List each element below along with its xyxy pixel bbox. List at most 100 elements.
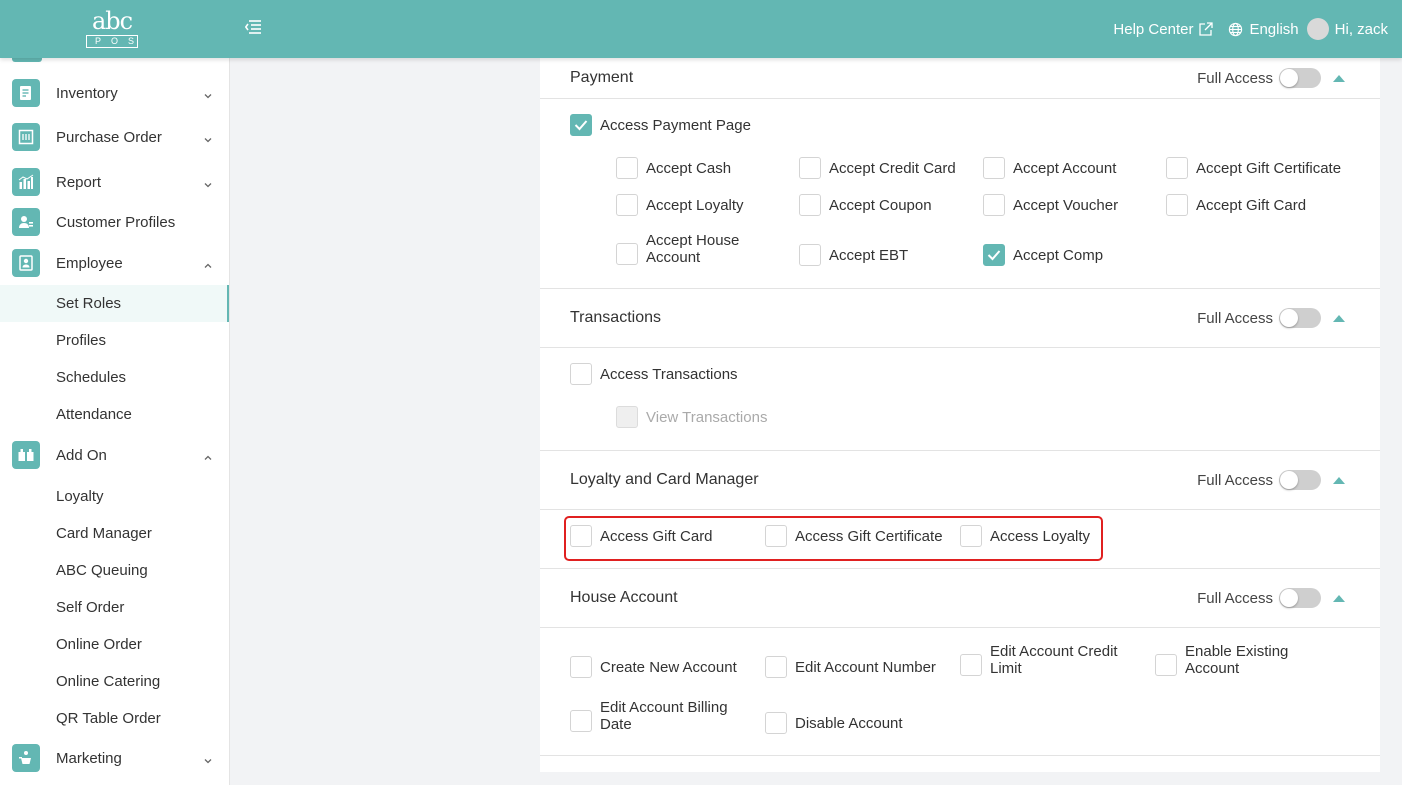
- checkbox-label: Edit Account Billing Date: [600, 699, 728, 733]
- sidebar-subitem-schedules[interactable]: Schedules: [0, 359, 229, 396]
- checkbox-accept-house-account[interactable]: Accept House Account: [616, 232, 756, 266]
- checkbox-box[interactable]: [765, 712, 787, 734]
- checkbox-box[interactable]: [570, 363, 592, 385]
- checkbox-label: Accept EBT: [829, 246, 909, 264]
- language-switcher[interactable]: English: [1228, 21, 1299, 38]
- sidebar-item-report[interactable]: Report: [0, 164, 229, 200]
- checkbox-edit-account-credit-limit[interactable]: Edit Account Credit Limit: [960, 643, 1130, 677]
- checkbox-box[interactable]: [1166, 194, 1188, 216]
- sidebar-subitem-loyalty[interactable]: Loyalty: [0, 478, 229, 515]
- sidebar-subitem-online-catering[interactable]: Online Catering: [0, 663, 229, 700]
- previous-menu-icon[interactable]: [12, 58, 42, 62]
- sidebar-subitem-online-order[interactable]: Online Order: [0, 626, 229, 663]
- sidebar-subitem-profiles[interactable]: Profiles: [0, 322, 229, 359]
- section-header-payment: Payment Full Access: [540, 58, 1380, 99]
- checkbox-enable-existing-account[interactable]: Enable Existing Account: [1155, 643, 1295, 677]
- checkbox-label: Access Transactions: [600, 365, 738, 383]
- checkbox-box[interactable]: [570, 656, 592, 678]
- checkbox-box[interactable]: [983, 157, 1005, 179]
- chevron-down-icon: [203, 132, 213, 143]
- sidebar-subitem-label: Online Catering: [56, 673, 161, 690]
- full-access-toggle[interactable]: [1279, 308, 1321, 328]
- checkbox-create-new-account[interactable]: Create New Account: [570, 656, 737, 678]
- sidebar-item-label: Add On: [56, 446, 107, 464]
- logo-subtext: POS: [86, 35, 138, 48]
- checkbox-box[interactable]: [570, 710, 592, 732]
- checkbox-access-payment-page[interactable]: Access Payment Page: [570, 114, 751, 136]
- checkbox-accept-cash[interactable]: Accept Cash: [616, 157, 731, 179]
- collapse-caret-icon[interactable]: [1333, 314, 1345, 322]
- customer-profile-icon: [12, 208, 40, 236]
- sidebar-subitem-label: Profiles: [56, 332, 107, 349]
- checkbox-accept-credit-card[interactable]: Accept Credit Card: [799, 157, 956, 179]
- checkbox-accept-gift-certificate[interactable]: Accept Gift Certificate: [1166, 157, 1341, 179]
- abc-pos-logo[interactable]: abc POS: [86, 7, 138, 48]
- checkbox-label: Edit Account Credit Limit: [990, 643, 1118, 677]
- checkbox-box[interactable]: [960, 654, 982, 676]
- checkbox-accept-coupon[interactable]: Accept Coupon: [799, 194, 932, 216]
- help-center-link[interactable]: Help Center: [1113, 21, 1214, 38]
- sidebar-item-customer-profiles[interactable]: Customer Profiles: [0, 204, 229, 240]
- sidebar-subitem-label: Card Manager: [56, 525, 152, 542]
- help-center-label: Help Center: [1113, 20, 1194, 38]
- sidebar-subitem-abc-queuing[interactable]: ABC Queuing: [0, 552, 229, 589]
- checkbox-disable-account[interactable]: Disable Account: [765, 712, 903, 734]
- checkbox-edit-account-billing-date[interactable]: Edit Account Billing Date: [570, 699, 740, 733]
- user-greeting[interactable]: Hi, zack: [1335, 21, 1388, 38]
- section-header-transactions: Transactions Full Access: [540, 289, 1380, 348]
- checkbox-box[interactable]: [799, 194, 821, 216]
- checkbox-edit-account-number[interactable]: Edit Account Number: [765, 656, 936, 678]
- checkbox-box: [616, 406, 638, 428]
- checkbox-box[interactable]: [616, 157, 638, 179]
- checkbox-accept-account[interactable]: Accept Account: [983, 157, 1116, 179]
- checkbox-accept-loyalty[interactable]: Accept Loyalty: [616, 194, 744, 216]
- avatar[interactable]: [1306, 18, 1329, 40]
- checkbox-accept-gift-card[interactable]: Accept Gift Card: [1166, 194, 1306, 216]
- sidebar-item-purchase-order[interactable]: Purchase Order: [0, 119, 229, 155]
- checkbox-box[interactable]: [616, 243, 638, 265]
- permissions-card: Payment Full Access Access Payment Page …: [540, 58, 1380, 772]
- chevron-up-icon: [203, 258, 213, 268]
- sidebar-item-marketing[interactable]: Marketing: [0, 740, 229, 776]
- checkbox-box[interactable]: [1166, 157, 1188, 179]
- top-bar: abc POS Help Center English Hi, zack: [0, 0, 1402, 58]
- sidebar-item-add-on[interactable]: Add On: [0, 437, 229, 473]
- checkbox-box[interactable]: [616, 194, 638, 216]
- checkbox-accept-ebt[interactable]: Accept EBT: [799, 244, 908, 266]
- checkbox-label: Accept Account: [1013, 159, 1117, 177]
- section-title: Transactions: [570, 309, 661, 326]
- sidebar-subitem-set-roles[interactable]: Set Roles: [0, 285, 229, 322]
- sidebar-subitem-self-order[interactable]: Self Order: [0, 589, 229, 626]
- checkbox-view-transactions: View Transactions: [616, 406, 767, 428]
- globe-icon: [1228, 22, 1243, 37]
- checkbox-label: Accept Gift Card: [1196, 196, 1307, 214]
- sidebar-item-inventory[interactable]: Inventory: [0, 75, 229, 111]
- sidebar-subitem-card-manager[interactable]: Card Manager: [0, 515, 229, 552]
- checkbox-box[interactable]: [1155, 654, 1177, 676]
- full-access-toggle[interactable]: [1279, 588, 1321, 608]
- sidebar-subitem-label: QR Table Order: [56, 710, 161, 727]
- sidebar-item-employee[interactable]: Employee: [0, 245, 229, 281]
- sidebar-subitem-qr-table-order[interactable]: QR Table Order: [0, 700, 229, 737]
- full-access-toggle[interactable]: [1279, 470, 1321, 490]
- sidebar-subitem-attendance[interactable]: Attendance: [0, 396, 229, 433]
- checkbox-access-transactions[interactable]: Access Transactions: [570, 363, 738, 385]
- menu-collapse-icon[interactable]: [244, 20, 263, 36]
- collapse-caret-icon[interactable]: [1333, 74, 1345, 82]
- chevron-down-icon: [203, 753, 213, 764]
- collapse-caret-icon[interactable]: [1333, 476, 1345, 484]
- checkbox-box[interactable]: [799, 244, 821, 266]
- checkbox-box[interactable]: [983, 194, 1005, 216]
- checkbox-accept-voucher[interactable]: Accept Voucher: [983, 194, 1118, 216]
- checkbox-label: Accept Gift Certificate: [1196, 159, 1342, 177]
- checkbox-box[interactable]: [799, 157, 821, 179]
- checkbox-box[interactable]: [570, 114, 592, 136]
- checkbox-label: Accept Voucher: [1013, 196, 1119, 214]
- collapse-caret-icon[interactable]: [1333, 594, 1345, 602]
- logo-text: abc: [91, 7, 133, 35]
- checkbox-accept-comp[interactable]: Accept Comp: [983, 244, 1103, 266]
- sidebar-item-label: Marketing: [56, 749, 122, 767]
- full-access-toggle[interactable]: [1279, 68, 1321, 88]
- checkbox-box[interactable]: [765, 656, 787, 678]
- checkbox-box[interactable]: [983, 244, 1005, 266]
